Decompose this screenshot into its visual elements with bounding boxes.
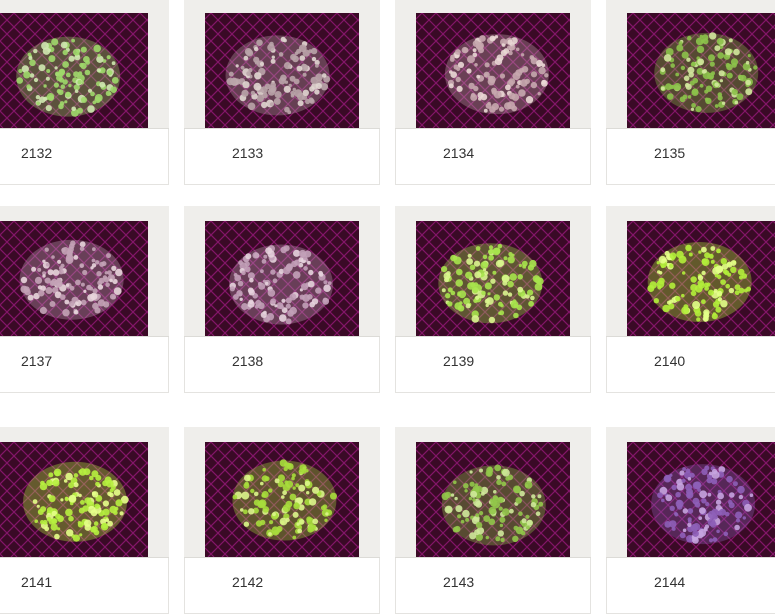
caption-area: 2143 <box>395 558 591 614</box>
item-number: 2144 <box>654 574 686 590</box>
coral-image <box>416 221 570 336</box>
item-number: 2137 <box>21 353 53 369</box>
coral-image <box>0 442 148 557</box>
thumbnail-frame <box>0 0 169 129</box>
item-number: 2143 <box>443 574 475 590</box>
caption-area: 2141 <box>0 558 169 614</box>
thumbnail-frame <box>606 427 775 558</box>
coral-photo[interactable] <box>0 13 148 128</box>
gallery-item[interactable]: 2133 <box>184 0 380 185</box>
thumbnail-frame <box>184 427 380 558</box>
coral-image <box>205 13 359 128</box>
item-number: 2139 <box>443 353 475 369</box>
coral-photo[interactable] <box>627 442 775 557</box>
gallery-item[interactable]: 2137 <box>0 206 169 393</box>
item-number: 2133 <box>232 145 264 161</box>
thumbnail-frame <box>395 427 591 558</box>
coral-photo[interactable] <box>627 221 775 336</box>
gallery-item[interactable]: 2139 <box>395 206 591 393</box>
coral-photo[interactable] <box>205 442 359 557</box>
item-number: 2140 <box>654 353 686 369</box>
thumbnail-frame <box>0 427 169 558</box>
coral-photo[interactable] <box>627 13 775 128</box>
thumbnail-frame <box>606 0 775 129</box>
caption-area: 2135 <box>606 129 775 185</box>
caption-area: 2139 <box>395 337 591 393</box>
thumbnail-frame <box>395 0 591 129</box>
coral-photo[interactable] <box>416 13 570 128</box>
coral-image <box>0 13 148 128</box>
gallery-item[interactable]: 2138 <box>184 206 380 393</box>
item-number: 2141 <box>21 574 53 590</box>
gallery-item[interactable]: 2140 <box>606 206 775 393</box>
caption-area: 2138 <box>184 337 380 393</box>
coral-photo[interactable] <box>0 221 148 336</box>
caption-area: 2134 <box>395 129 591 185</box>
caption-area: 2140 <box>606 337 775 393</box>
coral-image <box>416 442 570 557</box>
caption-area: 2132 <box>0 129 169 185</box>
item-number: 2132 <box>21 145 53 161</box>
coral-image <box>205 221 359 336</box>
coral-image <box>627 442 775 557</box>
coral-image <box>205 442 359 557</box>
gallery-item[interactable]: 2142 <box>184 427 380 614</box>
item-number: 2142 <box>232 574 264 590</box>
gallery-item[interactable]: 2141 <box>0 427 169 614</box>
gallery-item[interactable]: 2135 <box>606 0 775 185</box>
caption-area: 2137 <box>0 337 169 393</box>
caption-area: 2144 <box>606 558 775 614</box>
coral-photo[interactable] <box>205 13 359 128</box>
coral-photo[interactable] <box>416 442 570 557</box>
gallery-item[interactable]: 2132 <box>0 0 169 185</box>
gallery-item[interactable]: 2144 <box>606 427 775 614</box>
thumbnail-frame <box>184 0 380 129</box>
gallery-item[interactable]: 2134 <box>395 0 591 185</box>
caption-area: 2142 <box>184 558 380 614</box>
coral-image <box>627 13 775 128</box>
gallery-item[interactable]: 2143 <box>395 427 591 614</box>
coral-photo[interactable] <box>0 442 148 557</box>
item-number: 2134 <box>443 145 475 161</box>
coral-image <box>0 221 148 336</box>
coral-photo[interactable] <box>205 221 359 336</box>
thumbnail-frame <box>184 206 380 337</box>
item-number: 2135 <box>654 145 686 161</box>
thumbnail-frame <box>395 206 591 337</box>
thumbnail-frame <box>0 206 169 337</box>
coral-image <box>416 13 570 128</box>
item-number: 2138 <box>232 353 264 369</box>
caption-area: 2133 <box>184 129 380 185</box>
coral-photo[interactable] <box>416 221 570 336</box>
coral-image <box>627 221 775 336</box>
thumbnail-frame <box>606 206 775 337</box>
